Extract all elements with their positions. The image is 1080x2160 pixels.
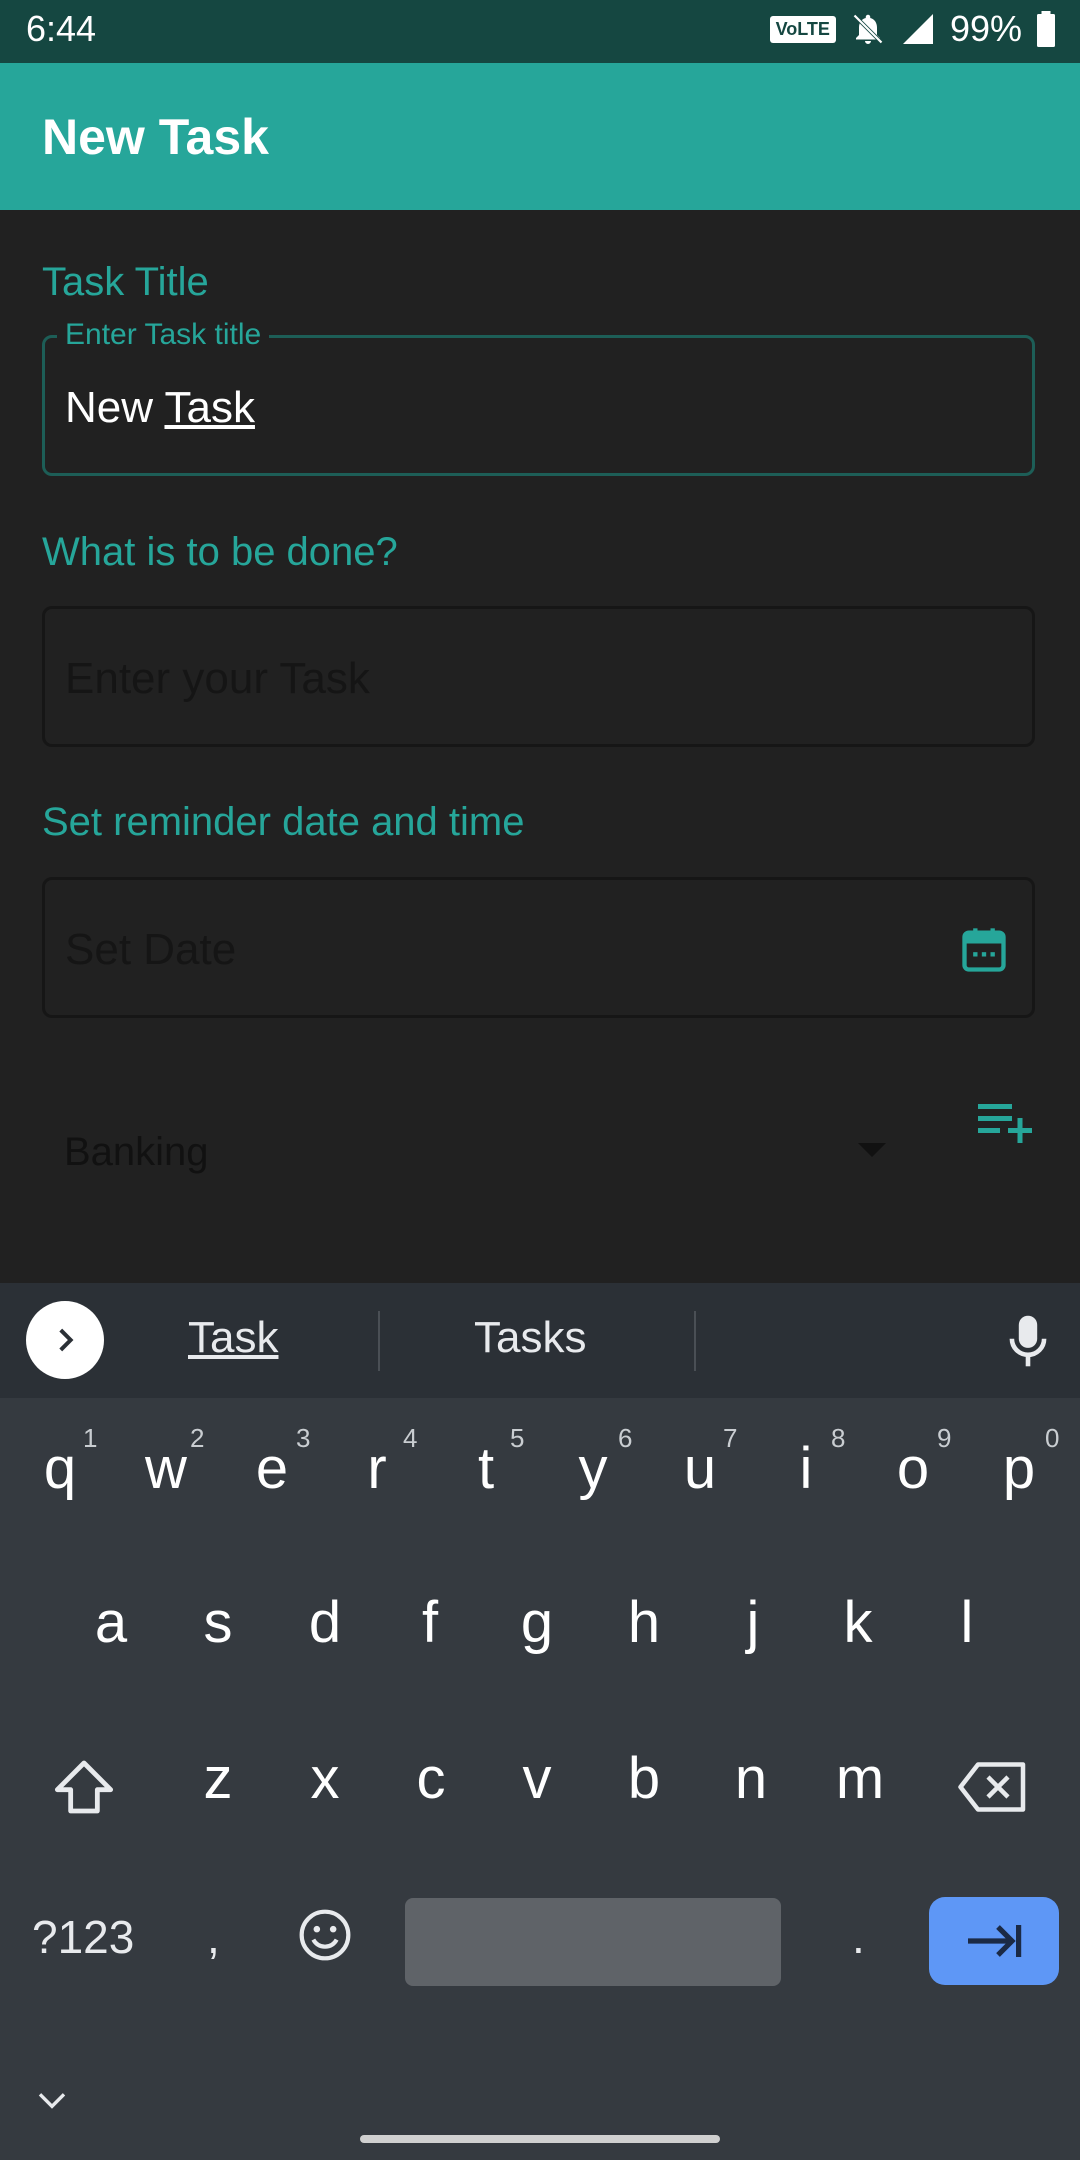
date-input[interactable]: Set Date [42, 877, 1035, 1018]
key-g[interactable]: g [487, 1589, 587, 1656]
suggestion-2[interactable]: Tasks [474, 1313, 586, 1363]
keyboard: Task Tasks q 1 w 2 e 3 r 4 t 5 y 6 u 7 i… [0, 1283, 1080, 2160]
key-y-number: 6 [618, 1423, 633, 1453]
tab-arrow-icon [968, 1925, 1022, 1957]
key-z[interactable]: z [168, 1745, 268, 1812]
key-q-number: 1 [83, 1423, 98, 1453]
suggestion-divider [378, 1311, 380, 1371]
title-word-2: Task [164, 383, 255, 432]
reminder-label: Set reminder date and time [42, 800, 525, 844]
key-t-number: 5 [510, 1423, 525, 1453]
dropdown-arrow-icon[interactable] [858, 1143, 886, 1157]
symbols-key[interactable]: ?123 [32, 1910, 134, 1964]
battery-percent: 99% [949, 8, 1022, 49]
key-p-number: 0 [1045, 1423, 1060, 1453]
key-r-number: 4 [403, 1423, 418, 1453]
key-i-number: 8 [831, 1423, 846, 1453]
key-o-number: 9 [937, 1423, 952, 1453]
key-f[interactable]: f [380, 1589, 480, 1656]
playlist-add-icon[interactable] [978, 1100, 1034, 1146]
status-icons: VoLTE 99% [769, 8, 1056, 50]
key-e-number: 3 [296, 1423, 311, 1453]
key-d[interactable]: d [275, 1589, 375, 1656]
task-description-label: What is to be done? [42, 530, 398, 574]
comma-key[interactable]: , [207, 1910, 220, 1964]
task-title-value: New Task [65, 383, 255, 433]
key-l[interactable]: l [917, 1589, 1017, 1656]
key-u-number: 7 [723, 1423, 738, 1453]
status-bar: 6:44 VoLTE 99% [0, 0, 1080, 63]
key-m[interactable]: m [810, 1745, 910, 1812]
enter-next-button[interactable] [929, 1897, 1059, 1985]
key-b[interactable]: b [594, 1745, 694, 1812]
period-key[interactable]: . [852, 1910, 865, 1964]
task-title-input[interactable]: Enter Task title New Task [42, 318, 1035, 476]
key-k[interactable]: k [808, 1589, 908, 1656]
suggestion-1[interactable]: Task [188, 1313, 278, 1363]
key-c[interactable]: c [381, 1745, 481, 1812]
expand-toolbar-button[interactable] [26, 1301, 104, 1379]
shift-icon[interactable] [52, 1757, 116, 1817]
hide-keyboard-chevron-icon[interactable] [36, 2089, 68, 2113]
category-dropdown[interactable]: Banking [64, 1130, 209, 1175]
status-time: 6:44 [26, 8, 97, 49]
bell-muted-icon [853, 14, 883, 44]
battery-icon [1037, 11, 1055, 47]
key-w-number: 2 [190, 1423, 205, 1453]
microphone-icon[interactable] [1005, 1313, 1051, 1369]
key-h[interactable]: h [594, 1589, 694, 1656]
task-title-label: Task Title [42, 260, 209, 304]
task-description-placeholder: Enter your Task [65, 654, 370, 703]
home-indicator[interactable] [360, 2135, 720, 2143]
key-s[interactable]: s [168, 1589, 268, 1656]
emoji-icon[interactable] [297, 1907, 353, 1963]
date-placeholder: Set Date [65, 925, 237, 974]
volte-icon: VoLTE [769, 15, 836, 43]
signal-icon [902, 14, 933, 44]
key-a[interactable]: a [61, 1589, 161, 1656]
key-x[interactable]: x [275, 1745, 375, 1812]
key-v[interactable]: v [487, 1745, 587, 1812]
page-title: New Task [42, 109, 269, 165]
key-n[interactable]: n [701, 1745, 801, 1812]
task-description-input[interactable]: Enter your Task [42, 606, 1035, 747]
backspace-icon[interactable] [958, 1761, 1028, 1813]
suggestion-divider [694, 1311, 696, 1371]
key-j[interactable]: j [703, 1589, 803, 1656]
suggestion-strip: Task Tasks [0, 1283, 1080, 1398]
app-bar: New Task [0, 63, 1080, 210]
task-title-float-label: Enter Task title [57, 318, 270, 352]
title-word-1: New [65, 383, 154, 432]
space-key[interactable] [405, 1898, 781, 1986]
calendar-icon[interactable] [958, 924, 1010, 976]
chevron-right-icon [59, 1328, 74, 1352]
